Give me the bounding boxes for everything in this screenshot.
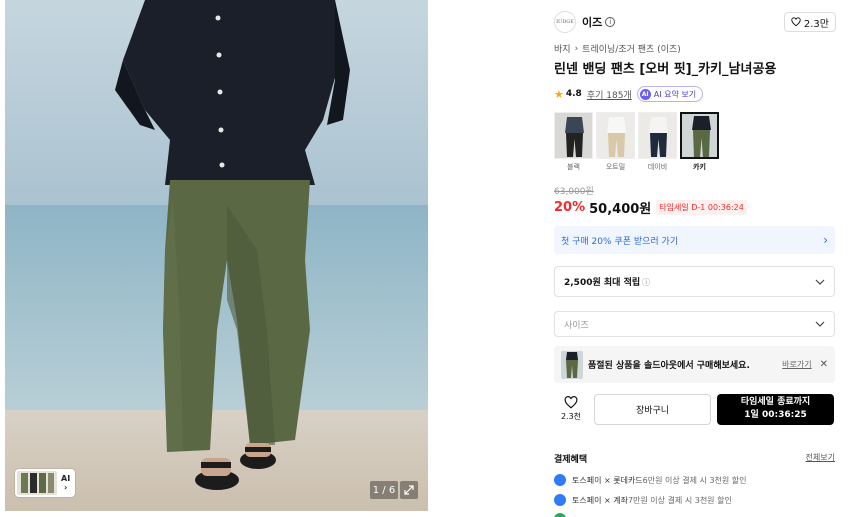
color-label: 블랙 [567,163,580,171]
ai-thumbnail-image [17,471,57,495]
time-sale-badge: 타임세일 D-1 00:36:24 [656,200,747,215]
soldout-message: 품절된 상품을 솔드아웃에서 구매해보세요. [588,361,750,371]
toss-pay-icon [554,474,566,486]
size-select-placeholder: 사이즈 [564,320,589,331]
wishlist-button[interactable]: 2.3천 [554,396,588,422]
rating-score: 4.8 [565,89,582,99]
ai-thumbnail-button[interactable]: AI › [15,469,75,497]
color-option-oatmeal[interactable]: 오트밀 [596,112,635,172]
next-benefit-icon [554,513,566,517]
product-photo-illustration [5,0,428,511]
color-label: 데이비 [647,163,668,171]
question-icon[interactable]: ⓘ [642,278,650,287]
heart-icon [564,396,578,409]
benefit-detail: 6만원 이상 결제 시 3천원 할인 [642,475,747,485]
product-main-image[interactable] [5,0,428,511]
review-link[interactable]: 후기 185개 [587,88,632,101]
benefit-partner: 토스페이 × 롯데카드 [572,475,643,485]
brand-logo[interactable]: IUDGE [554,11,576,33]
color-option-navy[interactable]: 데이비 [638,112,677,172]
sale-price: 50,400원 [589,202,652,217]
brand-like-count: 2.3만 [803,18,829,30]
chevron-down-icon [815,321,825,327]
first-purchase-coupon-banner[interactable]: 첫 구매 20% 쿠폰 받으러 가기 › [554,226,835,254]
view-all-benefits-link[interactable]: 전체보기 [806,452,835,465]
buy-now-button[interactable]: 타임세일 종료까지 1일 00:36:25 [717,393,834,425]
benefit-item: 토스페이 × 계좌 7만원 이상 결제 시 3천원 할인 [554,494,732,506]
close-icon[interactable]: ✕ [820,359,828,370]
chevron-right-icon: › [63,483,68,492]
star-icon: ★ [554,87,564,101]
wishlist-count: 2.3천 [560,412,582,421]
breadcrumb: 바지 › 트레이닝/조거 팬츠 (이즈) [554,42,681,56]
image-counter: 1 / 6 [370,481,398,499]
benefit-partner: 토스페이 × 계좌 [572,495,628,505]
expand-icon[interactable] [400,481,418,499]
soldout-go-link[interactable]: 바로가기 [782,359,811,370]
brand-row: IUDGE 이즈 i 2.3만 [554,10,836,34]
payment-benefits-title: 결제혜택 [554,455,588,465]
chevron-down-icon [815,279,825,285]
rating-row: ★ 4.8 후기 185개 AI AI 요약 보기 [554,86,704,102]
color-option-black[interactable]: 블랙 [554,112,593,172]
chevron-right-icon: › [823,233,828,247]
breadcrumb-item-category[interactable]: 바지 [554,42,571,55]
size-select[interactable]: 사이즈 [554,311,835,337]
coupon-text: 첫 구매 20% 쿠폰 받으러 가기 [561,236,679,247]
product-info-panel: IUDGE 이즈 i 2.3만 바지 › 트레이닝/조거 팬츠 (이즈) 린넨 … [554,0,836,517]
soldout-banner: 품절된 상품을 솔드아웃에서 구매해보세요. 바로가기 ✕ [554,346,835,383]
chevron-right-icon: › [574,43,579,54]
payment-benefits-header: 결제혜택 전체보기 [554,452,835,465]
ai-thumbnail-label: AI [61,474,71,483]
brand-name[interactable]: 이즈 [582,14,602,30]
color-label: 카키 [693,163,706,171]
ai-icon: AI [639,88,651,100]
brand-like-button[interactable]: 2.3만 [783,12,836,32]
ai-summary-label: AI 요약 보기 [653,89,697,99]
discount-rate: 20% [554,200,586,215]
toss-pay-icon [554,494,566,506]
price-row: 20% 50,400원 타임세일 D-1 00:36:24 [554,198,747,217]
points-text: 2,500원 최대 적립 [564,278,641,288]
soldout-product-thumbnail [561,350,583,379]
color-options: 블랙 오트밀 데이비 카키 [554,112,719,172]
purchase-actions: 2.3천 장바구니 타임세일 종료까지 1일 00:36:25 [554,392,835,426]
color-label: 오트밀 [605,163,626,171]
benefit-item: 토스페이 × 롯데카드 6만원 이상 결제 시 3천원 할인 [554,474,747,486]
color-option-khaki[interactable]: 카키 [680,112,719,172]
breadcrumb-item-subcategory[interactable]: 트레이닝/조거 팬츠 (이즈) [582,42,681,55]
benefit-detail: 7만원 이상 결제 시 3천원 할인 [627,495,732,505]
buy-button-countdown: 1일 00:36:25 [744,410,807,420]
add-to-cart-button[interactable]: 장바구니 [594,393,711,425]
points-dropdown[interactable]: 2,500원 최대 적립 ⓘ [554,266,835,297]
buy-button-line1: 타임세일 종료까지 [740,397,811,407]
info-icon[interactable]: i [605,17,616,27]
original-price: 63,000원 [554,187,594,197]
product-title: 린넨 밴딩 팬츠 [오버 핏]_카키_남녀공용 [554,62,777,77]
heart-icon [791,17,801,27]
ai-summary-button[interactable]: AI AI 요약 보기 [636,86,704,102]
